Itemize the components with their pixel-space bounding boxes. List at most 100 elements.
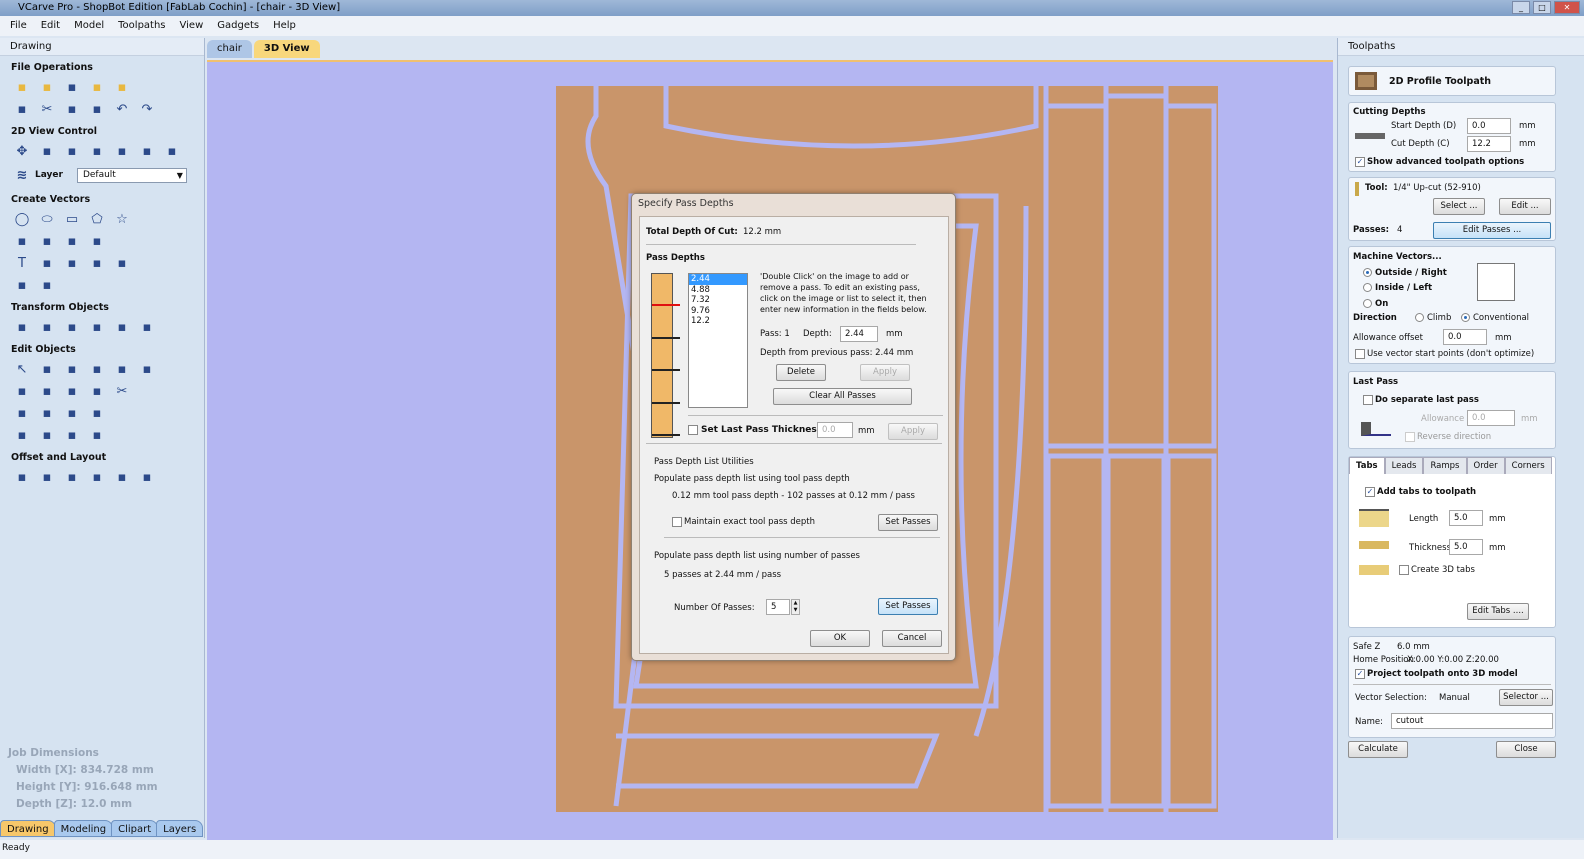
paste-icon[interactable]: ▪ [88, 100, 106, 118]
menu-view[interactable]: View [180, 16, 204, 36]
fillet-icon[interactable]: ▪ [88, 382, 106, 400]
menu-model[interactable]: Model [74, 16, 104, 36]
edit-passes-button[interactable]: Edit Passes ... [1433, 222, 1551, 239]
start-depth-input[interactable]: 0.0 [1467, 118, 1511, 134]
polygon-icon[interactable]: ⬠ [88, 210, 106, 228]
edit-tool-button[interactable]: Edit ... [1499, 198, 1551, 215]
allowance-input[interactable]: 0.0 [1443, 329, 1487, 345]
toolpath-name-input[interactable]: cutout [1391, 713, 1553, 729]
pass-depth-image[interactable] [651, 273, 680, 438]
cut-icon[interactable]: ✂ [38, 100, 56, 118]
tab-corners[interactable]: Corners [1504, 457, 1552, 474]
zoom-box-icon[interactable]: ▪ [38, 142, 56, 160]
cut-vector-icon[interactable]: ▪ [88, 426, 106, 444]
ellipse-icon[interactable]: ⬭ [38, 210, 56, 228]
conventional-radio[interactable] [1461, 313, 1470, 322]
pass-list[interactable]: 2.44 4.88 7.32 9.76 12.2 [688, 273, 748, 408]
window-icon[interactable]: ▪ [163, 142, 181, 160]
delete-button[interactable]: Delete [776, 364, 826, 381]
pass-list-item[interactable]: 7.32 [689, 295, 747, 306]
menu-help[interactable]: Help [273, 16, 296, 36]
text-arc-icon[interactable]: ▪ [113, 254, 131, 272]
dimension-icon[interactable]: ▪ [13, 276, 31, 294]
tab-modeling[interactable]: Modeling [53, 820, 114, 837]
advanced-options-checkbox[interactable]: ✓ [1355, 157, 1365, 167]
set-passes-tool-button[interactable]: Set Passes [878, 514, 938, 531]
new-file-icon[interactable]: ▪ [13, 78, 31, 96]
mirror-icon[interactable]: ▪ [88, 318, 106, 336]
split-view-icon[interactable]: ▪ [113, 142, 131, 160]
spiral-icon[interactable]: ▪ [88, 232, 106, 250]
array-icon[interactable]: ▪ [38, 468, 56, 486]
num-passes-spinner[interactable]: ▲ ▼ [791, 599, 800, 615]
create-3d-tabs-checkbox[interactable] [1399, 565, 1409, 575]
block-icon[interactable]: ▪ [138, 468, 156, 486]
project-toolpath-checkbox[interactable]: ✓ [1355, 669, 1365, 679]
pass-list-item[interactable]: 2.44 [689, 274, 747, 285]
close-vector-icon[interactable]: ▪ [88, 404, 106, 422]
import-icon[interactable]: ▪ [88, 78, 106, 96]
menu-toolpaths[interactable]: Toolpaths [118, 16, 165, 36]
join-icon[interactable]: ▪ [63, 404, 81, 422]
menu-gadgets[interactable]: Gadgets [217, 16, 259, 36]
last-pass-apply-button[interactable]: Apply [888, 423, 938, 440]
measure-icon[interactable]: ▪ [38, 276, 56, 294]
select-all-icon[interactable]: ▪ [13, 100, 31, 118]
zoom-all-icon[interactable]: ▪ [63, 142, 81, 160]
open-file-icon[interactable]: ▪ [38, 78, 56, 96]
last-pass-input[interactable]: 0.0 [817, 422, 853, 438]
pass-marker[interactable] [652, 304, 680, 307]
polyline-icon[interactable]: ▪ [13, 232, 31, 250]
pass-marker[interactable] [652, 401, 680, 404]
copy-icon[interactable]: ▪ [63, 100, 81, 118]
on-radio[interactable] [1363, 299, 1372, 308]
inside-radio[interactable] [1363, 283, 1372, 292]
separate-last-pass-checkbox[interactable] [1363, 395, 1373, 405]
text-on-curve-icon[interactable]: ▪ [63, 254, 81, 272]
star-icon[interactable]: ☆ [113, 210, 131, 228]
extend-icon[interactable]: ▪ [38, 426, 56, 444]
ok-button[interactable]: OK [810, 630, 870, 647]
pass-marker[interactable] [652, 434, 680, 436]
pan-icon[interactable]: ✥ [13, 142, 31, 160]
tab-layers[interactable]: Layers [156, 820, 204, 837]
node-edit-icon[interactable]: ▪ [38, 360, 56, 378]
offset-icon[interactable]: ▪ [13, 426, 31, 444]
cancel-button[interactable]: Cancel [882, 630, 942, 647]
smooth-icon[interactable]: ▪ [13, 404, 31, 422]
intersect-icon[interactable]: ▪ [63, 382, 81, 400]
scale-icon[interactable]: ▪ [38, 318, 56, 336]
align-icon[interactable]: ▪ [138, 318, 156, 336]
num-passes-input[interactable]: 5 [766, 599, 790, 615]
select-icon[interactable]: ↖ [13, 360, 31, 378]
calculate-button[interactable]: Calculate [1348, 741, 1408, 758]
tab-order[interactable]: Order [1466, 457, 1505, 474]
cut-depth-input[interactable]: 12.2 [1467, 136, 1511, 152]
maintain-exact-checkbox[interactable] [672, 517, 682, 527]
redo-icon[interactable]: ↷ [138, 100, 156, 118]
selector-button[interactable]: Selector ... [1499, 689, 1553, 706]
text-icon[interactable]: T [13, 254, 31, 272]
pass-list-item[interactable]: 9.76 [689, 306, 747, 317]
undo-icon[interactable]: ↶ [113, 100, 131, 118]
subtract-icon[interactable]: ▪ [38, 382, 56, 400]
trim-icon[interactable]: ▪ [138, 360, 156, 378]
clear-all-passes-button[interactable]: Clear All Passes [773, 388, 912, 405]
copy-along-icon[interactable]: ▪ [88, 468, 106, 486]
outside-radio[interactable] [1363, 268, 1372, 277]
curve-icon[interactable]: ▪ [63, 232, 81, 250]
menu-edit[interactable]: Edit [41, 16, 60, 36]
zoom-selection-icon[interactable]: ▪ [88, 142, 106, 160]
tab-tabs[interactable]: Tabs [1349, 457, 1385, 474]
depth-input[interactable]: 2.44 [840, 326, 878, 342]
close-button[interactable]: ✕ [1554, 1, 1580, 14]
apply-button[interactable]: Apply [860, 364, 910, 381]
tab-thickness-input[interactable]: 5.0 [1449, 539, 1483, 555]
last-allowance-input[interactable]: 0.0 [1467, 410, 1515, 426]
use-start-points-checkbox[interactable] [1355, 349, 1365, 359]
offset-vector-icon[interactable]: ▪ [13, 468, 31, 486]
maximize-button[interactable]: □ [1533, 1, 1551, 14]
move-icon[interactable]: ▪ [13, 318, 31, 336]
rotate-icon[interactable]: ▪ [63, 318, 81, 336]
tab-length-input[interactable]: 5.0 [1449, 510, 1483, 526]
